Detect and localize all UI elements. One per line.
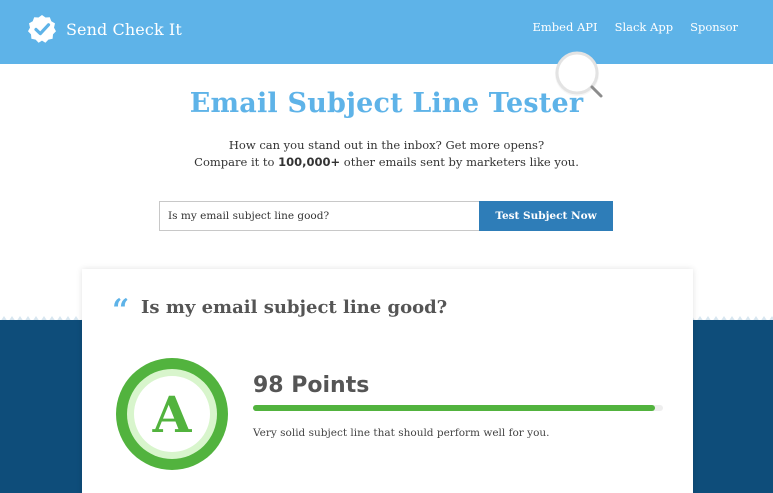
hero-subtitle-line-1: How can you stand out in the inbox? Get … xyxy=(228,138,545,152)
main-nav: Embed API Slack App Sponsor xyxy=(516,20,739,34)
grade-badge: A xyxy=(116,358,228,470)
quote-icon: “ xyxy=(112,293,130,328)
checkmark-badge-icon xyxy=(28,15,56,43)
nav-slack-app[interactable]: Slack App xyxy=(615,20,674,34)
score-bar-fill xyxy=(253,405,655,411)
tested-subject-line: Is my email subject line good? xyxy=(141,297,448,318)
hero-subtitle-line-2: Compare it to 100,000+ other emails sent… xyxy=(0,155,773,169)
result-card: “ Is my email subject line good? A 98 Po… xyxy=(82,269,693,493)
grade-letter: A xyxy=(152,385,193,444)
subtitle-prefix: Compare it to xyxy=(194,155,279,169)
nav-sponsor[interactable]: Sponsor xyxy=(690,20,738,34)
subtitle-highlight: 100,000+ xyxy=(278,155,341,169)
test-subject-button[interactable]: Test Subject Now xyxy=(479,201,613,231)
top-navigation-bar: Send Check It Embed API Slack App Sponso… xyxy=(0,0,773,64)
score-verdict: Very solid subject line that should perf… xyxy=(253,427,550,439)
brand-name: Send Check It xyxy=(66,19,182,39)
brand[interactable]: Send Check It xyxy=(27,13,182,45)
score-bar xyxy=(253,405,663,411)
nav-embed-api[interactable]: Embed API xyxy=(533,20,598,34)
subject-line-input[interactable] xyxy=(159,201,480,231)
page-title: Email Subject Line Tester xyxy=(189,88,584,119)
subtitle-suffix: other emails sent by marketers like you. xyxy=(340,155,579,169)
score-points: 98 Points xyxy=(253,373,370,398)
